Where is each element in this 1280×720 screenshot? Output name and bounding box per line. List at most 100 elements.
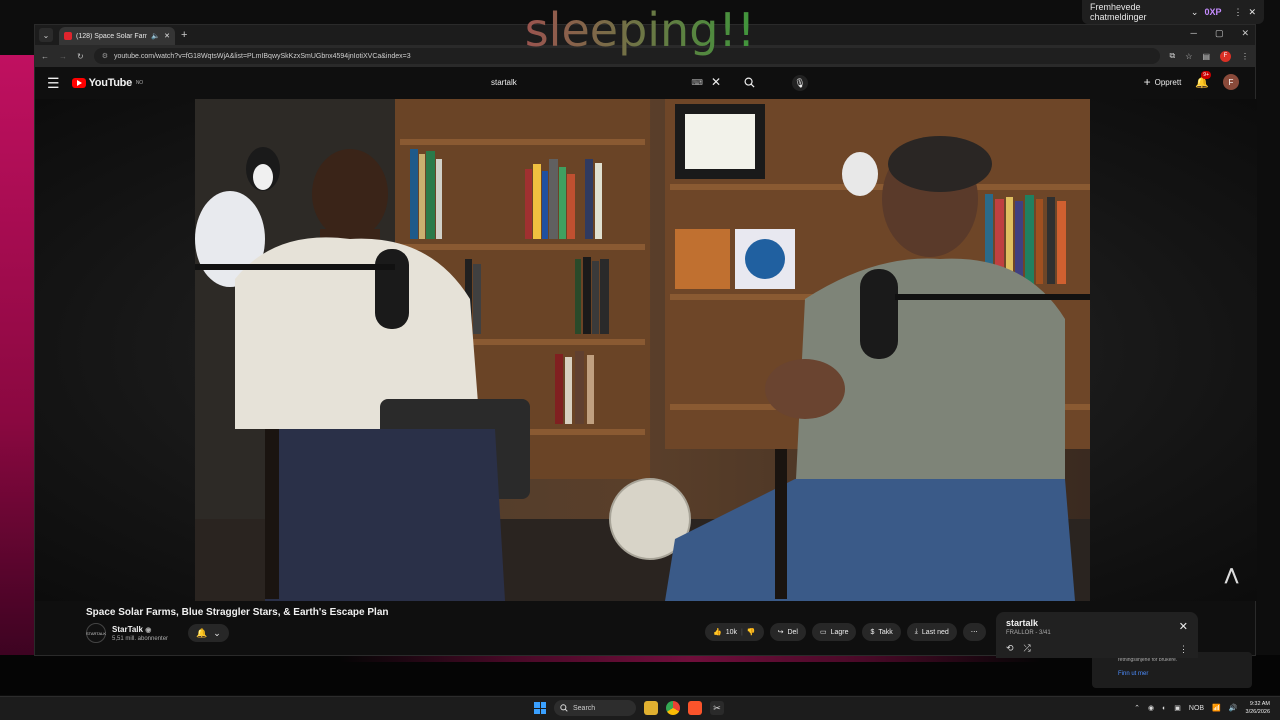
thanks-icon: $: [870, 628, 875, 636]
loop-icon[interactable]: ⟲: [1006, 643, 1014, 654]
shuffle-icon[interactable]: ⤮: [1024, 643, 1031, 654]
tab-search-icon[interactable]: ⌄: [39, 28, 53, 42]
desktop-wallpaper: [0, 55, 36, 665]
save-button[interactable]: ▭ Lagre: [811, 623, 857, 641]
channel-avatar[interactable]: STARTALK: [86, 623, 106, 643]
url-field[interactable]: ⚙ youtube.com/watch?v=fG18WqtsWjA&list=P…: [93, 48, 1160, 64]
browser-tab[interactable]: (128) Space Solar Farms, Bl... 🔈 ✕: [59, 27, 175, 45]
language-indicator[interactable]: NOB: [1189, 705, 1204, 712]
channel-name[interactable]: StarTalk ◉: [112, 625, 168, 634]
channel-info: StarTalk ◉ 5,51 mill. abonnenter: [112, 625, 168, 642]
channel-name-text: StarTalk: [112, 624, 143, 634]
playlist-subtitle: FRALLOR - 3/41: [1006, 630, 1051, 636]
tray-app-icon[interactable]: ◐: [1162, 705, 1166, 712]
save-label: Lagre: [830, 628, 849, 636]
subscribed-button[interactable]: 🔔 ⌄: [188, 624, 229, 642]
account-avatar[interactable]: F: [1223, 74, 1239, 90]
tray-app-icon[interactable]: ◉: [1148, 704, 1154, 712]
clock[interactable]: 9:32 AM 3/26/2026: [1246, 700, 1270, 716]
chevron-down-icon: ⌄: [1190, 6, 1199, 17]
snipping-tool-icon[interactable]: ✂: [710, 701, 724, 715]
window-close-icon[interactable]: ✕: [1241, 28, 1249, 39]
search-input[interactable]: startalk: [477, 70, 691, 94]
header-actions: + Opprett 🔔 9+ F: [1144, 70, 1239, 90]
browser-menu-icon[interactable]: ⋮: [1241, 52, 1249, 61]
youtube-header: ☰ YouTube NO startalk ⌨ ✕ 🎙 + Opprett 🔔 …: [35, 67, 1255, 99]
more-icon: ⋯: [970, 629, 978, 636]
taskbar-search[interactable]: Search: [554, 700, 636, 716]
create-label: Opprett: [1154, 77, 1182, 87]
site-info-icon[interactable]: ⚙: [102, 52, 108, 60]
browser-window: ⌄ (128) Space Solar Farms, Bl... 🔈 ✕ + ─…: [34, 24, 1257, 656]
speaker-icon[interactable]: 🔈: [151, 32, 160, 40]
download-button[interactable]: ⤓ Last ned: [906, 623, 957, 641]
taskbar-search-label: Search: [573, 704, 596, 712]
youtube-play-icon: [71, 78, 86, 88]
thanks-label: Takk: [878, 628, 893, 636]
back-icon[interactable]: ←: [41, 52, 49, 61]
more-icon[interactable]: ⋮: [1233, 7, 1242, 18]
taskbar-apps: Search ✂: [534, 700, 724, 716]
clear-search-icon[interactable]: ✕: [711, 75, 721, 89]
playlist-title[interactable]: startalk: [1006, 618, 1188, 628]
network-icon[interactable]: 📶: [1212, 704, 1221, 712]
url-text: youtube.com/watch?v=fG18WqtsWjA&list=PLm…: [113, 52, 411, 60]
brave-icon[interactable]: [688, 701, 702, 715]
share-icon: ↪: [777, 629, 784, 636]
new-tab-icon[interactable]: +: [181, 29, 187, 41]
windows-icon[interactable]: [534, 702, 546, 714]
like-icon: 👍: [713, 629, 722, 636]
video-frame: [195, 99, 1090, 601]
close-icon[interactable]: ✕: [1248, 7, 1256, 18]
more-icon[interactable]: ⋮: [1179, 644, 1188, 655]
bell-icon[interactable]: 🔔 9+: [1195, 70, 1211, 89]
thanks-button[interactable]: $ Takk: [862, 623, 901, 641]
chevron-up-icon[interactable]: ⌃: [1134, 704, 1140, 712]
dislike-icon[interactable]: 👎: [747, 628, 756, 636]
tab-close-icon[interactable]: ✕: [164, 32, 170, 40]
share-button[interactable]: ↪ Del: [769, 623, 806, 641]
create-button[interactable]: + Opprett: [1144, 75, 1182, 89]
highlighted-chat-pill[interactable]: Fremhevede chatmeldinger ⌄ 0XP ⋮ ✕: [1082, 0, 1264, 24]
mic-icon[interactable]: 🎙: [792, 75, 808, 91]
video-actions: 👍 10k | 👎 ↪ Del ▭ Lagre $ Takk ⤓ Last ne…: [705, 623, 986, 641]
verified-icon: ◉: [145, 626, 152, 634]
screen: sleeping!! Fremhevede chatmeldinger ⌄ 0X…: [0, 0, 1280, 720]
forward-icon[interactable]: →: [59, 52, 67, 61]
tab-title: (128) Space Solar Farms, Bl...: [76, 32, 147, 40]
profile-avatar[interactable]: F: [1220, 50, 1231, 62]
keyboard-icon[interactable]: ⌨: [691, 78, 703, 87]
youtube-logo[interactable]: YouTube NO: [71, 77, 143, 89]
share-label: Del: [787, 628, 798, 636]
download-icon: ⤓: [914, 628, 918, 635]
like-button[interactable]: 👍 10k | 👎: [705, 623, 764, 641]
chrome-icon[interactable]: [666, 701, 680, 715]
video-player[interactable]: [195, 99, 1090, 601]
search-button[interactable]: [731, 70, 767, 94]
like-count: 10k: [725, 628, 738, 636]
youtube-favicon-icon: [64, 32, 72, 40]
minimize-icon[interactable]: ─: [1191, 28, 1197, 39]
close-icon[interactable]: ✕: [1179, 620, 1188, 633]
reload-icon[interactable]: ↻: [77, 52, 84, 61]
tray-app-icon[interactable]: ▣: [1174, 704, 1181, 712]
search-icon: [744, 77, 755, 88]
download-label: Last ned: [921, 628, 949, 636]
maximize-icon[interactable]: ▢: [1215, 28, 1224, 39]
menu-icon[interactable]: ☰: [47, 75, 60, 92]
youtube-logo-text: YouTube: [88, 77, 133, 89]
playlist-panel: startalk FRALLOR - 3/41 ✕ ⟲ ⤮ ⋮: [996, 612, 1198, 658]
window-controls: ─ ▢ ✕: [1191, 28, 1249, 39]
extensions-icon[interactable]: ▤: [1202, 52, 1210, 61]
subscriber-count: 5,51 mill. abonnenter: [112, 635, 169, 642]
playlist-controls: ⟲ ⤮: [1006, 643, 1031, 654]
search-icon: [560, 704, 568, 712]
bookmark-star-icon[interactable]: ☆: [1185, 52, 1192, 61]
learn-more-link[interactable]: Finn ut mer: [1118, 671, 1226, 677]
system-tray: ⌃ ◉ ◐ ▣ NOB 📶 🔊 9:32 AM 3/26/2026: [1134, 700, 1270, 716]
volume-icon[interactable]: 🔊: [1229, 704, 1238, 712]
taskbar: Search ✂ ⌃ ◉ ◐ ▣ NOB 📶 🔊 9:32 AM 3/26/20…: [0, 696, 1280, 720]
folder-icon[interactable]: [644, 701, 658, 715]
more-actions-button[interactable]: ⋯: [962, 623, 986, 641]
install-icon[interactable]: ⧉: [1170, 51, 1176, 61]
